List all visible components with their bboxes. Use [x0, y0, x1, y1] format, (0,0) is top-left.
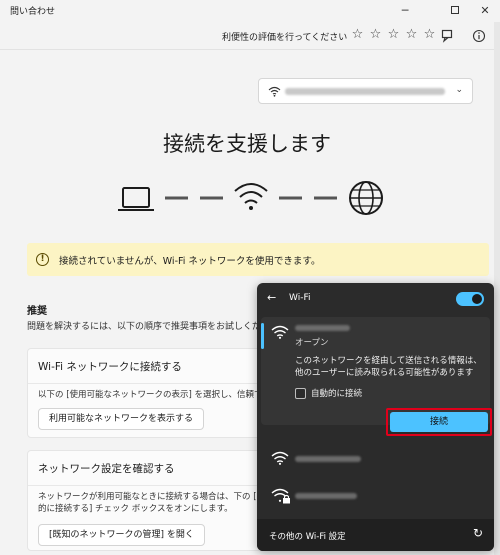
card-heading: ネットワーク設定を確認する [38, 463, 175, 475]
warning-icon: ! [36, 253, 49, 266]
page-title: 接続を支援します [163, 132, 331, 156]
star-icon[interactable]: ☆ [350, 27, 365, 42]
network-name-redacted [285, 88, 445, 95]
card-connect-wifi: Wi-Fi ネットワークに接続する 以下の [使用可能なネットワークの表示] を… [27, 348, 271, 438]
recommend-heading: 推奨 [27, 306, 47, 317]
card-heading: Wi-Fi ネットワークに接続する [38, 361, 182, 373]
info-button[interactable] [471, 28, 487, 44]
wifi-icon [234, 183, 268, 210]
feedback-icon [441, 29, 453, 43]
star-icon[interactable]: ☆ [386, 27, 401, 42]
card-divider [28, 383, 261, 384]
refresh-icon[interactable]: ↻ [473, 526, 483, 540]
rating-stars: ☆ ☆ ☆ ☆ ☆ [350, 27, 437, 42]
connect-button[interactable]: 接続 [390, 412, 488, 432]
auto-connect-checkbox[interactable]: 自動的に接続 [295, 387, 362, 399]
chevron-down-icon: ⌄ [455, 85, 463, 95]
maximize-button[interactable] [442, 2, 468, 18]
wifi-signal-icon [271, 451, 289, 465]
card-body-line: ネットワークが利用可能なときに接続する場合は、下の [既知 [38, 492, 274, 502]
show-networks-button[interactable]: 利用可能なネットワークを表示する [38, 408, 205, 430]
network-item-expanded[interactable]: オープン このネットワークを経由して送信される情報は、他のユーザーに読み取られる… [261, 317, 492, 436]
toggle-knob [472, 294, 482, 304]
network-name-redacted [295, 456, 361, 462]
wifi-secured-icon [271, 488, 290, 504]
selected-indicator [261, 323, 264, 349]
manage-known-networks-button[interactable]: [既知のネットワークの管理] を開く [38, 524, 205, 546]
card-body: 以下の [使用可能なネットワークの表示] を選択し、信頼でき [38, 390, 272, 400]
warning-banner: ! 接続されていませんが、Wi-Fi ネットワークを使用できます。 [27, 243, 489, 276]
auto-connect-label: 自動的に接続 [311, 389, 363, 399]
close-button[interactable]: ✕ [472, 2, 498, 18]
star-icon[interactable]: ☆ [404, 27, 419, 42]
window-title: 問い合わせ [10, 7, 56, 17]
globe-icon [349, 181, 383, 215]
network-security-status: オープン [295, 338, 329, 348]
network-item[interactable] [261, 480, 490, 512]
flyout-title: Wi-Fi [289, 293, 311, 303]
card-check-settings: ネットワーク設定を確認する ネットワークが利用可能なときに接続する場合は、下の … [27, 450, 274, 551]
info-icon [472, 29, 486, 43]
network-name-redacted [295, 493, 357, 499]
back-arrow-icon[interactable]: ← [267, 291, 276, 304]
window-scroll-edge [494, 22, 500, 555]
title-bar: 問い合わせ ─ ✕ [0, 0, 500, 22]
checkbox-box[interactable] [295, 387, 306, 399]
laptop-icon [118, 187, 154, 211]
wifi-flyout: ← Wi-Fi オープン このネットワークを経由して送信される情報は、他のユーザ… [257, 283, 494, 551]
network-name-redacted [295, 325, 350, 331]
recommend-description: 問題を解決するには、以下の順序で推奨事項をお試しください [27, 322, 280, 332]
card-body-line: 的に接続する] チェック ボックスをオンにします。 [38, 504, 233, 514]
flyout-footer: その他の Wi-Fi 設定 ↻ [257, 519, 494, 551]
minimize-button[interactable]: ─ [392, 2, 418, 18]
flyout-header: ← Wi-Fi [257, 283, 494, 315]
network-item[interactable] [261, 443, 490, 475]
toolbar: 利便性の評価を行ってください ☆ ☆ ☆ ☆ ☆ [0, 22, 494, 50]
warning-text: 接続されていませんが、Wi-Fi ネットワークを使用できます。 [59, 256, 321, 267]
more-wifi-settings-link[interactable]: その他の Wi-Fi 設定 [269, 530, 346, 542]
wifi-toggle[interactable] [456, 292, 484, 306]
feedback-button[interactable] [440, 28, 456, 44]
rating-label: 利便性の評価を行ってください [222, 33, 348, 43]
network-adapter-select[interactable]: ⌄ [258, 78, 473, 104]
connect-highlight: 接続 [386, 408, 492, 436]
maximize-icon [451, 6, 459, 14]
star-icon[interactable]: ☆ [368, 27, 383, 42]
wifi-icon [268, 86, 281, 97]
star-icon[interactable]: ☆ [422, 27, 437, 42]
network-warning-text: このネットワークを経由して送信される情報は、他のユーザーに読み取られる可能性があ… [295, 356, 482, 378]
connection-diagram [118, 181, 383, 215]
card-divider [28, 485, 261, 486]
wifi-signal-icon [271, 325, 289, 339]
